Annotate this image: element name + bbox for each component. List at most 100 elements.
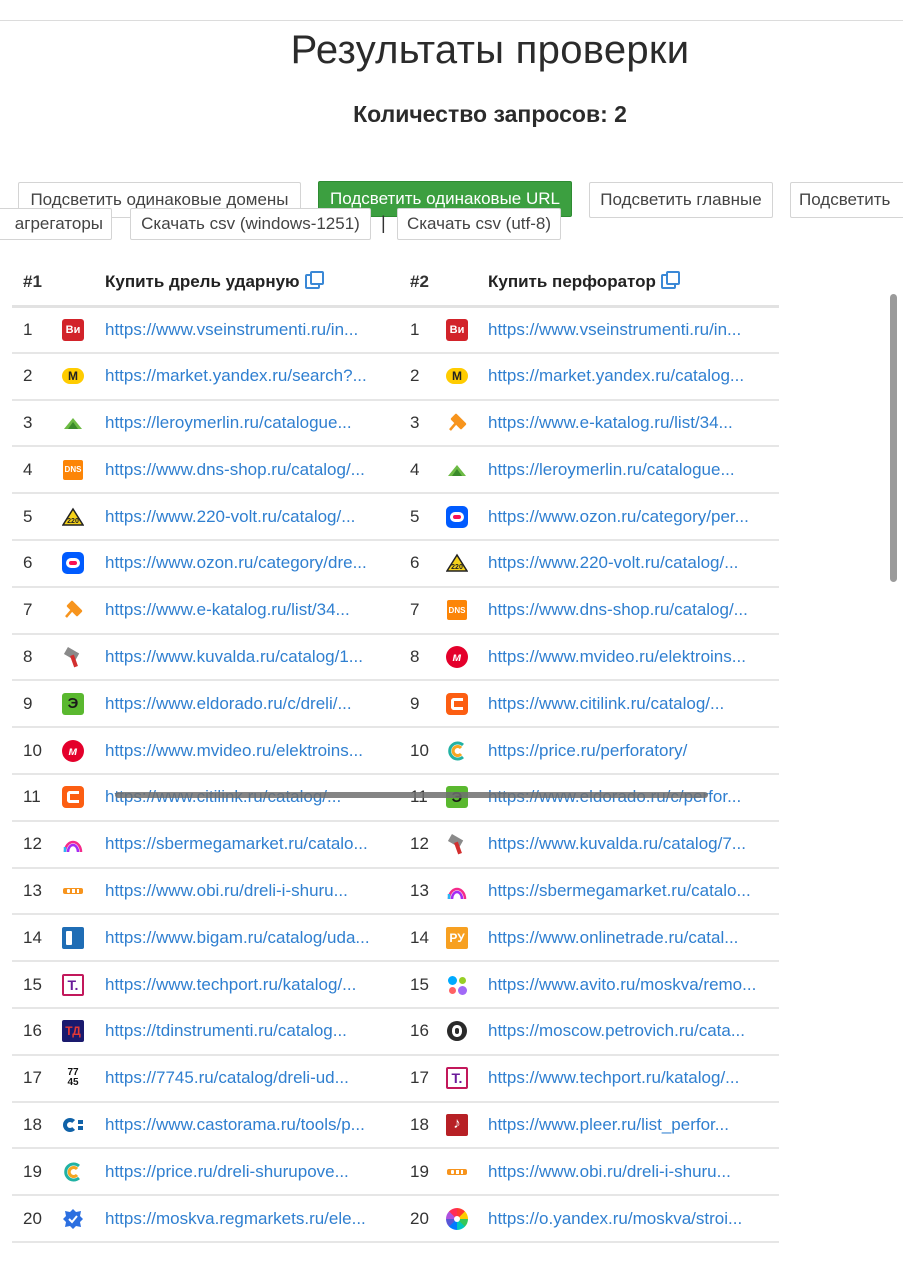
vertical-scrollbar[interactable] bbox=[890, 294, 897, 582]
row-position-2: 14 bbox=[405, 914, 443, 963]
result-url-1[interactable]: https://7745.ru/catalog/dreli-ud... bbox=[105, 1068, 385, 1088]
result-url-2[interactable]: https://sbermegamarket.ru/catalo... bbox=[488, 881, 768, 901]
results-body: 1 Ви https://www.vseinstrumenti.ru/in... 1 В… bbox=[12, 306, 779, 1243]
result-url-2[interactable]: https://www.pleer.ru/list_perfor... bbox=[488, 1115, 768, 1135]
horizontal-scrollbar[interactable] bbox=[115, 792, 708, 798]
row-position-2: 20 bbox=[405, 1195, 443, 1243]
row-position-2: 13 bbox=[405, 867, 443, 916]
result-url-2[interactable]: https://leroymerlin.ru/catalogue... bbox=[488, 460, 768, 480]
price-icon bbox=[446, 740, 468, 762]
row-position-2: 7 bbox=[405, 586, 443, 635]
result-url-1[interactable]: https://tdinstrumenti.ru/catalog... bbox=[105, 1021, 385, 1041]
row-position-1: 17 bbox=[12, 1054, 50, 1103]
result-url-2[interactable]: https://www.obi.ru/dreli-i-shuru... bbox=[488, 1162, 768, 1182]
result-url-1[interactable]: https://www.dns-shop.ru/catalog/... bbox=[105, 460, 385, 480]
o-yandex-icon bbox=[446, 1207, 468, 1230]
result-url-1[interactable]: https://www.ozon.ru/category/dre... bbox=[105, 553, 385, 573]
e-katalog-icon bbox=[62, 599, 84, 621]
result-url-1[interactable]: https://www.castorama.ru/tools/p... bbox=[105, 1115, 385, 1135]
dns-icon: DNS bbox=[62, 459, 84, 481]
download-csv-utf8-button[interactable]: Скачать csv (utf-8) bbox=[397, 208, 561, 240]
highlight-main-button[interactable]: Подсветить главные bbox=[589, 182, 773, 218]
result-url-2[interactable]: https://www.onlinetrade.ru/catal... bbox=[488, 928, 768, 948]
row-position-1: 18 bbox=[12, 1101, 50, 1150]
yandex-market-icon: M bbox=[62, 365, 84, 387]
citilink-icon bbox=[62, 786, 84, 809]
results-table: #1 Купить дрель ударную #2 Купить перфор… bbox=[12, 260, 779, 1243]
e-katalog-icon bbox=[446, 412, 468, 434]
result-url-1[interactable]: https://www.eldorado.ru/c/dreli/... bbox=[105, 694, 385, 714]
result-url-2[interactable]: https://www.220-volt.ru/catalog/... bbox=[488, 553, 768, 573]
result-url-2[interactable]: https://moscow.petrovich.ru/cata... bbox=[488, 1021, 768, 1041]
result-url-1[interactable]: https://www.mvideo.ru/elektroins... bbox=[105, 741, 385, 761]
copy-icon[interactable] bbox=[304, 271, 324, 290]
col1-query-label: Купить дрель ударную bbox=[105, 272, 300, 292]
result-url-1[interactable]: https://market.yandex.ru/search?... bbox=[105, 366, 385, 386]
highlight-aggregators-button[interactable]: Подсветить bbox=[790, 182, 903, 218]
table-header: #1 Купить дрель ударную #2 Купить перфор… bbox=[12, 260, 779, 308]
table-row: 13 https://www.obi.ru/dreli-i-shuru... 13 h… bbox=[12, 867, 779, 916]
table-row: 18 https://www.castorama.ru/tools/p... 18 ♪… bbox=[12, 1101, 779, 1150]
ozon-icon bbox=[62, 552, 84, 575]
result-url-1[interactable]: https://www.kuvalda.ru/catalog/1... bbox=[105, 647, 385, 667]
result-url-2[interactable]: https://www.citilink.ru/catalog/... bbox=[488, 694, 768, 714]
download-csv-windows-button[interactable]: Скачать csv (windows-1251) bbox=[130, 208, 371, 240]
result-url-2[interactable]: https://www.dns-shop.ru/catalog/... bbox=[488, 600, 768, 620]
result-url-2[interactable]: https://www.avito.ru/moskva/remo... bbox=[488, 975, 768, 995]
row-position-2: 15 bbox=[405, 961, 443, 1009]
result-url-1[interactable]: https://www.220-volt.ru/catalog/... bbox=[105, 507, 385, 527]
result-url-1[interactable]: https://www.obi.ru/dreli-i-shuru... bbox=[105, 881, 385, 901]
row-position-1: 14 bbox=[12, 914, 50, 963]
result-url-1[interactable]: https://www.bigam.ru/catalog/uda... bbox=[105, 928, 385, 948]
result-url-2[interactable]: https://o.yandex.ru/moskva/stroi... bbox=[488, 1209, 768, 1229]
row-position-1: 5 bbox=[12, 493, 50, 541]
table-row: 4 DNS https://www.dns-shop.ru/catalog/... 4… bbox=[12, 446, 779, 495]
row-position-1: 8 bbox=[12, 633, 50, 682]
table-row: 10 м https://www.mvideo.ru/elektroins... 10… bbox=[12, 727, 779, 775]
page-title: Результаты проверки bbox=[290, 28, 690, 72]
mvideo-icon: м bbox=[62, 739, 84, 762]
row-position-1: 3 bbox=[12, 399, 50, 448]
table-row: 19 https://price.ru/dreli-shurupove... 19 h… bbox=[12, 1148, 779, 1197]
result-url-2[interactable]: https://market.yandex.ru/catalog... bbox=[488, 366, 768, 386]
row-position-2: 18 bbox=[405, 1101, 443, 1150]
result-url-1[interactable]: https://www.e-katalog.ru/list/34... bbox=[105, 600, 385, 620]
result-url-2[interactable]: https://www.techport.ru/katalog/... bbox=[488, 1068, 768, 1088]
result-url-2[interactable]: https://www.mvideo.ru/elektroins... bbox=[488, 647, 768, 667]
result-url-2[interactable]: https://www.e-katalog.ru/list/34... bbox=[488, 413, 768, 433]
regmarkets-icon bbox=[62, 1208, 84, 1230]
petrovich-icon bbox=[446, 1020, 468, 1042]
row-position-2: 16 bbox=[405, 1007, 443, 1056]
price-icon bbox=[62, 1161, 84, 1183]
result-url-1[interactable]: https://sbermegamarket.ru/catalo... bbox=[105, 834, 385, 854]
7745-icon: 77 45 bbox=[67, 1067, 79, 1089]
result-url-1[interactable]: https://moskva.regmarkets.ru/ele... bbox=[105, 1209, 385, 1229]
result-url-2[interactable]: https://www.ozon.ru/category/per... bbox=[488, 507, 768, 527]
copy-icon[interactable] bbox=[660, 271, 680, 290]
svg-text:220: 220 bbox=[451, 564, 463, 571]
highlight-aggregators-button-cont[interactable]: агрегаторы bbox=[0, 208, 112, 240]
citilink-icon bbox=[446, 692, 468, 715]
row-position-2: 9 bbox=[405, 680, 443, 729]
ozon-icon bbox=[446, 505, 468, 528]
row-position-2: 17 bbox=[405, 1054, 443, 1103]
result-url-1[interactable]: https://leroymerlin.ru/catalogue... bbox=[105, 413, 385, 433]
pleer-icon: ♪ bbox=[446, 1113, 468, 1136]
row-position-2: 1 bbox=[405, 306, 443, 354]
result-url-2[interactable]: https://price.ru/perforatory/ bbox=[488, 741, 768, 761]
obi-icon bbox=[446, 1161, 468, 1183]
result-url-1[interactable]: https://www.techport.ru/katalog/... bbox=[105, 975, 385, 995]
col2-query-header: Купить перфоратор bbox=[488, 260, 779, 308]
result-url-1[interactable]: https://www.vseinstrumenti.ru/in... bbox=[105, 320, 385, 340]
table-row: 5 220 https://www.220-volt.ru/catalog/... 5… bbox=[12, 493, 779, 541]
table-row: 12 https://sbermegamarket.ru/catalo... 12 h… bbox=[12, 820, 779, 869]
result-url-2[interactable]: https://www.vseinstrumenti.ru/in... bbox=[488, 320, 768, 340]
techport-icon: T. bbox=[446, 1067, 468, 1090]
table-row: 9 Эhttps://www.eldorado.ru/c/dreli/... 9 ht… bbox=[12, 680, 779, 729]
result-url-1[interactable]: https://price.ru/dreli-shurupove... bbox=[105, 1162, 385, 1182]
col1-query-header: Купить дрель ударную bbox=[105, 260, 405, 308]
row-position-2: 4 bbox=[405, 446, 443, 495]
row-position-2: 6 bbox=[405, 539, 443, 588]
row-position-2: 10 bbox=[405, 727, 443, 775]
result-url-2[interactable]: https://www.kuvalda.ru/catalog/7... bbox=[488, 834, 768, 854]
